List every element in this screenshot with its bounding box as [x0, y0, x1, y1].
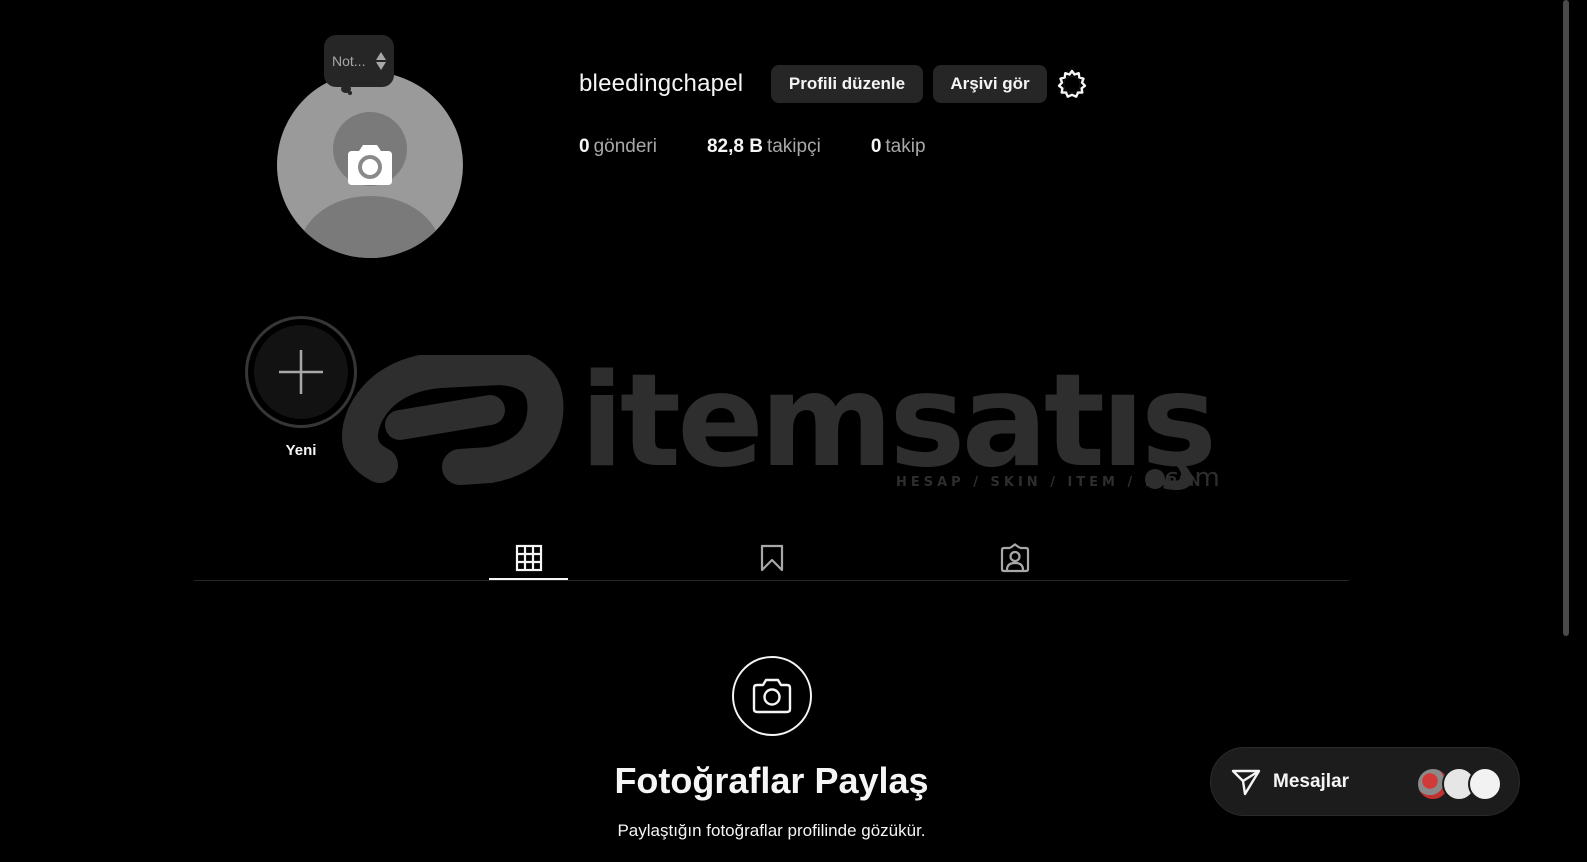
profile-username: bleedingchapel [579, 70, 744, 97]
stat-posts-label: gönderi [593, 136, 657, 157]
new-highlight-label: Yeni [285, 442, 317, 459]
avatar [1468, 767, 1502, 801]
tabs-divider [194, 580, 1349, 581]
tab-tagged[interactable] [975, 536, 1054, 580]
camera-icon [348, 145, 392, 185]
settings-button[interactable] [1056, 68, 1088, 100]
gear-icon [1057, 69, 1087, 98]
stat-followers-count: 82,8 B [706, 136, 763, 157]
highlight-inner [254, 325, 348, 419]
paper-plane-icon [1231, 769, 1261, 795]
note-text: Not... [332, 53, 366, 69]
bookmark-icon [760, 544, 783, 572]
stat-posts: 0 gönderi [579, 136, 657, 158]
camera-icon [752, 678, 792, 714]
message-avatars [1416, 767, 1506, 801]
messages-label: Mesajlar [1273, 770, 1350, 792]
profile-stats: 0 gönderi 82,8 Btakipçi 0 takip [579, 136, 926, 158]
edit-profile-button[interactable]: Profili düzenle [771, 65, 923, 103]
note-scroll-arrows [376, 52, 386, 70]
chevron-down-icon [376, 62, 386, 70]
highlight-ring [245, 316, 357, 428]
active-tab-indicator [489, 578, 568, 580]
profile-page: Not... bleedingchapel Profili düzenle Ar… [0, 0, 1587, 862]
stat-following-count: 0 [870, 136, 882, 157]
grid-icon [515, 544, 542, 572]
watermark-suffix: .com [1156, 463, 1220, 493]
stat-followers-label: takipçi [766, 136, 821, 157]
stat-following[interactable]: 0 takip [871, 136, 926, 158]
empty-state-camera[interactable] [732, 656, 812, 736]
empty-state-subtitle: Paylaştığın fotoğraflar profilinde gözük… [617, 821, 926, 840]
chevron-up-icon [376, 52, 386, 60]
tab-posts[interactable] [489, 536, 568, 580]
view-archive-button[interactable]: Arşivi gör [933, 65, 1047, 103]
tab-saved[interactable] [732, 536, 811, 580]
tagged-user-icon [1000, 543, 1029, 573]
new-highlight-button[interactable]: Yeni [245, 316, 357, 459]
watermark-logo: itemsatış HESAP / SKIN / ITEM / E-PIN .c… [342, 355, 1220, 496]
stat-following-label: takip [885, 136, 926, 157]
plus-icon [279, 350, 323, 394]
note-tail-small [348, 91, 352, 95]
avatar-body-silhouette [299, 196, 441, 258]
stat-followers[interactable]: 82,8 Btakipçi [707, 136, 821, 158]
profile-avatar[interactable] [277, 72, 463, 258]
scrollbar-thumb[interactable] [1563, 0, 1569, 636]
note-bubble[interactable]: Not... [324, 35, 394, 87]
stat-posts-count: 0 [579, 136, 590, 157]
messages-button[interactable]: Mesajlar [1210, 747, 1520, 816]
